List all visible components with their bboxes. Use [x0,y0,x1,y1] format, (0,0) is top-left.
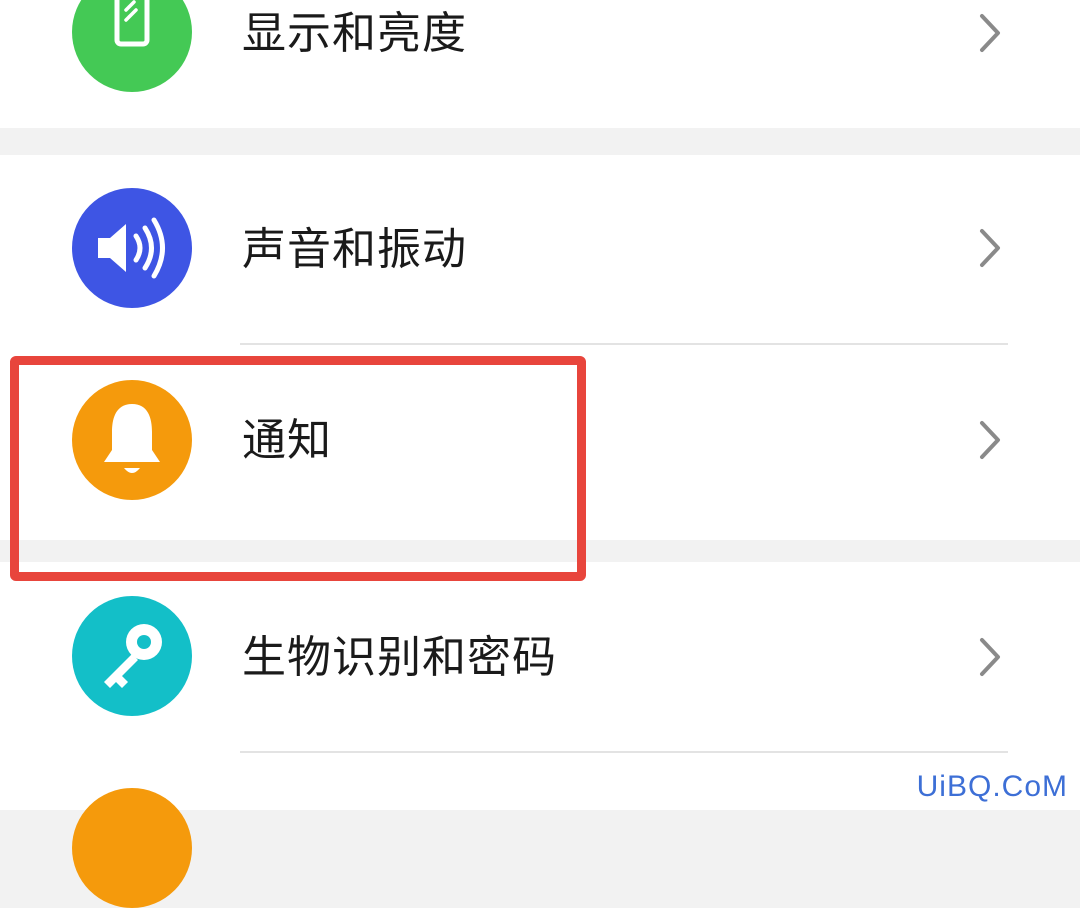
settings-item-biometrics-password[interactable]: 生物识别和密码 [0,562,1080,752]
chevron-right-icon [980,229,1000,267]
chevron-right-icon [980,638,1000,676]
speaker-icon [72,188,192,308]
settings-item-label: 生物识别和密码 [242,632,557,683]
settings-item-display-brightness[interactable]: 显示和亮度 [0,0,1080,128]
watermark: UiBQ.CoM [916,770,1068,803]
key-icon [72,596,192,716]
settings-item-label: 声音和振动 [242,224,467,275]
partial-icon [72,788,192,908]
display-brightness-icon [72,0,192,92]
chevron-right-icon [980,421,1000,459]
settings-item-label: 通知 [242,415,332,466]
settings-item-sound-vibration[interactable]: 声音和振动 [0,155,1080,345]
chevron-right-icon [980,14,1000,52]
bell-icon [72,380,192,500]
settings-item-label: 显示和亮度 [242,8,467,59]
settings-item-notifications[interactable]: 通知 [0,345,1080,540]
